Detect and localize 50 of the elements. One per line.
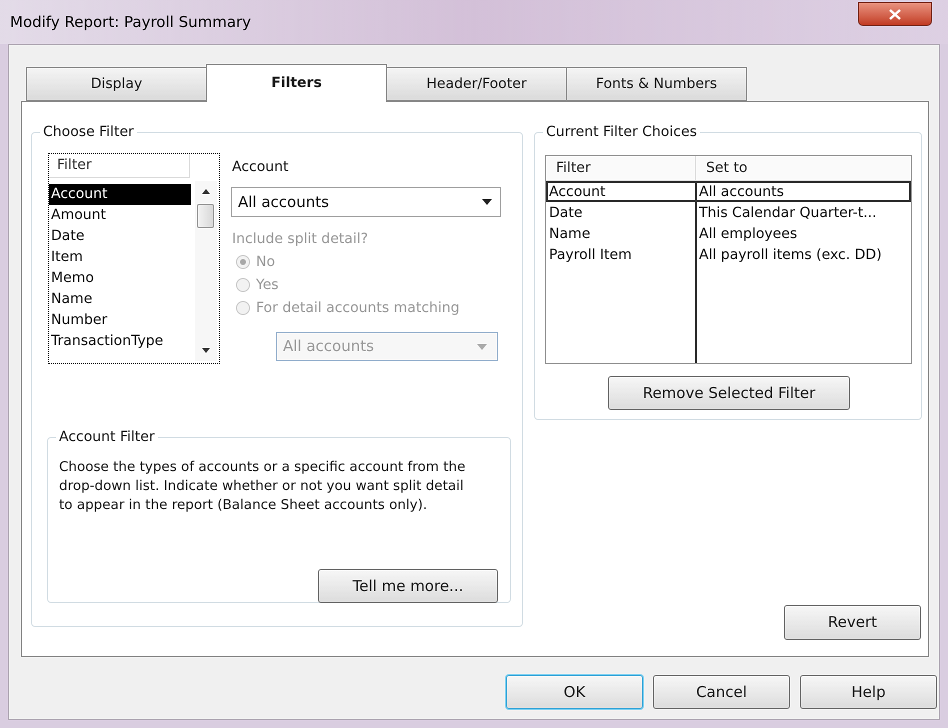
list-item[interactable]: Item [49,247,191,268]
table-cell-text: Payroll Item [548,246,633,263]
tab[interactable]: Display [26,67,207,101]
field-label: Include split detail? [232,230,368,249]
caret-icon [482,199,492,205]
radio-label: No [256,252,276,272]
table-cell-text: This Calendar Quarter-t... [698,204,877,221]
table-cell-text: All employees [698,225,798,242]
tab[interactable]: Filters [206,64,387,102]
close-button[interactable] [858,2,932,26]
list-item[interactable]: Account [49,184,191,205]
revert-button[interactable]: Revert [784,605,921,640]
table-cell-text: All accounts [698,183,784,200]
account-dropdown[interactable]: All accounts [231,187,501,217]
column-header: Set to [705,158,748,178]
dialog-button[interactable]: OK [506,675,643,709]
window-title: Modify Report: Payroll Summary [10,12,252,33]
list-item[interactable]: Amount [49,205,191,226]
list-item[interactable]: Number [49,310,191,331]
table-row[interactable]: Payroll Item All payroll items (exc. DD) [546,244,911,265]
radio-label: Yes [256,276,279,294]
column-header: Filter [49,154,190,178]
table-cell-text: Name [548,225,592,242]
caret-icon [477,344,487,350]
help-text: Choose the types of accounts or a specific account from the drop-down list. Indicate whether or not you want split detail to appear in the report (Balance Sheet accounts only). [59,458,466,515]
remove-filter-button[interactable]: Remove Selected Filter [608,376,850,410]
scroll-up-icon[interactable] [202,189,210,194]
close-icon [889,8,901,20]
field-label: Account [232,158,289,177]
list-item[interactable]: Name [49,289,191,310]
table-row[interactable]: Name All employees [546,223,911,244]
list-item[interactable]: TransactionType [49,331,191,352]
tab[interactable]: Header/Footer [386,67,567,101]
table-cell-text: Date [548,204,584,221]
table-cell-text: All payroll items (exc. DD) [698,246,882,263]
table-row[interactable]: Date This Calendar Quarter-t... [546,202,911,223]
dropdown-value: All accounts [283,336,374,358]
list-item[interactable]: Date [49,226,191,247]
scroll-thumb[interactable] [197,204,214,228]
table-cell-text: Account [548,183,607,200]
scrollbar[interactable] [195,181,217,361]
tab[interactable]: Fonts & Numbers [566,67,747,101]
scroll-down-icon[interactable] [202,348,210,353]
dropdown-value: All accounts [238,192,329,213]
column-header: Filter [546,156,696,180]
dialog-button[interactable]: Cancel [653,675,790,709]
dialog-button[interactable]: Help [800,675,937,709]
tell-me-more-button[interactable]: Tell me more... [318,569,498,603]
list-item[interactable]: Memo [49,268,191,289]
table-row[interactable]: Account All accounts [546,181,911,202]
